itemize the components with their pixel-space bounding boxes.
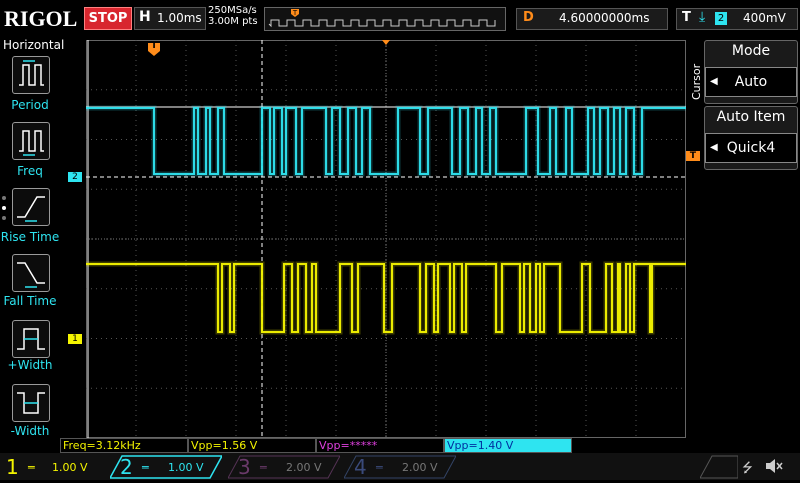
ch2-status[interactable]: 2 ═ 1.00 V [110,455,222,479]
measurement-vpp-ch2[interactable]: Vpp=1.40 V [444,438,572,453]
overview-wave-path [268,19,496,28]
trigger-box[interactable]: T ⤓ 2 400mV [676,8,798,30]
trigger-level-marker[interactable]: T [686,151,700,161]
top-status-bar: RIGOL STOP H 1.00ms 250MSa/s 3.00M pts T… [0,0,800,36]
auto-item-title: Auto Item [716,109,786,125]
rise-time-label: Rise Time [0,230,60,244]
ch2-offset-marker[interactable]: 2 [68,172,82,182]
selector-arrow-icon: ◀ [710,76,718,87]
ch1-status[interactable]: 1 ═ 1.00 V [0,455,108,479]
trigger-position-marker[interactable]: T [148,41,160,56]
rise-time-icon [17,196,45,222]
neg-width-icon [17,392,45,414]
ch4-number: 4 [354,455,367,479]
ch4-scale: 2.00 V [402,461,438,474]
waveform-display[interactable] [86,40,686,438]
ch3-number: 3 [238,455,251,479]
measurement-vpp-ch1[interactable]: Vpp=1.56 V [188,438,316,453]
rise-time-button[interactable] [12,188,50,226]
ch4-status[interactable]: 4 ═ 2.00 V [344,455,456,479]
menu-tab[interactable] [699,455,739,479]
sample-rate: 250MSa/s [208,5,257,16]
cursor-mode-text: Auto [734,74,768,90]
ch1-offset-marker[interactable]: 1 [68,334,82,344]
pos-width-button[interactable] [12,320,50,358]
cursor-mode-title: Mode [731,43,771,59]
timebase-label: H [139,9,151,25]
run-stop-indicator[interactable]: STOP [84,7,132,30]
fall-time-label: Fall Time [3,294,57,308]
trigger-position-letter: T [151,41,158,51]
neg-width-button[interactable] [12,384,50,422]
page-dot [2,216,6,220]
fall-time-icon [17,262,45,288]
usb-icon: ⭍ [742,461,753,476]
measurement-text: Vpp=***** [319,439,378,452]
auto-item-softkey[interactable]: Auto Item ◀ Quick4 [704,106,798,170]
timebase-box[interactable]: H 1.00ms [134,7,206,30]
timebase-value: 1.00ms [157,11,202,25]
ch2-scale: 1.00 V [168,461,204,474]
cursor-mode-value: ◀ Auto [705,67,797,97]
trigger-slope-icon: ⤓ [699,9,706,25]
waveform-grid [86,40,686,438]
freq-button[interactable] [12,122,50,160]
period-icon [19,60,44,86]
cursor-section-title: Cursor [690,63,703,100]
ch2-coupling-icon: ═ [142,461,149,474]
page-dot [2,196,6,200]
speaker-mute-icon[interactable] [764,457,784,479]
overview-waveform: T [268,9,496,28]
memory-depth: 3.00M pts [208,16,258,27]
freq-icon [19,130,44,156]
delay-label: D [523,10,534,25]
ch4-coupling-icon: ═ [376,461,383,474]
ch3-status[interactable]: 3 ═ 2.00 V [228,455,340,479]
pos-width-icon [17,328,45,350]
measurement-vpp-invalid[interactable]: Vpp=***** [316,438,444,453]
delay-box[interactable]: D 4.60000000ms [516,8,668,30]
measurement-text: Vpp=1.56 V [191,439,258,452]
delay-value: 4.60000000ms [559,11,650,25]
measurement-freq[interactable]: Freq=3.12kHz [60,438,188,453]
acquisition-info: 250MSa/s 3.00M pts [208,5,258,27]
channel-status-bar: 1 ═ 1.00 V 2 ═ 1.00 V 3 ═ 2.00 V 4 ═ 2.0… [0,453,800,480]
horizontal-measure-panel: Horizontal Period Freq Rise Time Fall Ti… [0,36,64,438]
ch1-coupling-icon: ═ [28,461,35,474]
neg-width-label: -Width [10,424,50,438]
brand-logo: RIGOL [4,6,78,31]
page-dot-active [2,206,6,210]
ch1-scale: 1.00 V [52,461,88,474]
ch1-waveform-glow [86,261,686,335]
ch3-scale: 2.00 V [286,461,322,474]
fall-time-button[interactable] [12,254,50,292]
period-button[interactable] [12,56,50,94]
trigger-label: T [682,10,691,25]
ch2-number: 2 [120,455,133,479]
auto-item-text: Quick4 [726,140,776,156]
measurement-text: Vpp=1.40 V [447,439,514,452]
cursor-mode-softkey[interactable]: Mode ◀ Auto [704,40,798,104]
trigger-level-value: 400mV [743,11,786,25]
freq-label: Freq [17,164,43,178]
trigger-center-mark-icon [382,40,390,45]
pos-width-label: +Width [7,358,53,372]
ch1-number: 1 [6,455,19,479]
auto-item-value: ◀ Quick4 [705,133,797,163]
measurement-text: Freq=3.12kHz [63,439,141,452]
panel-title: Horizontal [3,38,65,52]
waveform-overview-bar[interactable]: T [264,7,506,31]
overview-trigger-letter: T [292,9,298,17]
ch3-coupling-icon: ═ [260,461,267,474]
period-label: Period [11,98,49,112]
trigger-source-badge: 2 [715,12,727,25]
selector-arrow-icon: ◀ [710,142,718,153]
